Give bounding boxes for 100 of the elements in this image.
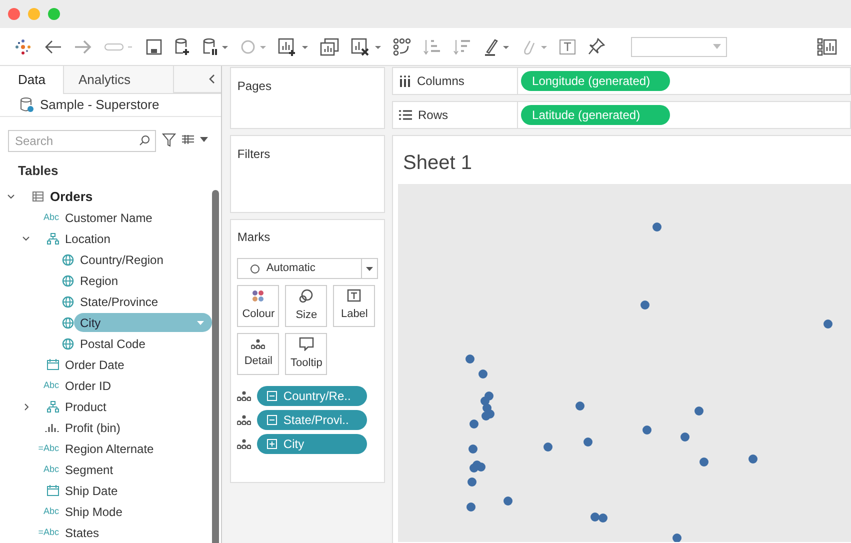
mark-property-button[interactable]: Label <box>333 285 376 327</box>
panel-tab[interactable]: Data <box>0 66 64 94</box>
field-name[interactable]: Country/Region <box>80 250 164 268</box>
scrollbar-thumb[interactable] <box>212 190 220 543</box>
map-point <box>640 300 650 310</box>
field-name[interactable]: Customer Name <box>65 208 152 226</box>
search-field[interactable]: Search <box>8 130 156 152</box>
calendar-icon <box>47 485 59 496</box>
mark-type-dropdown[interactable]: Automatic <box>237 258 378 279</box>
rows-icon <box>399 109 412 121</box>
map-point <box>504 496 513 506</box>
map-point <box>480 396 490 406</box>
panel-tab[interactable]: Analytics <box>64 66 174 94</box>
tooltip-bubble-icon <box>298 336 314 351</box>
table-icon <box>32 191 44 202</box>
text-box-icon[interactable] <box>559 38 576 54</box>
field-name[interactable]: Postal Code <box>80 334 146 352</box>
bar-chart-icon <box>45 422 59 433</box>
data-type-label: =Abc <box>38 526 59 539</box>
field-name[interactable]: Profit (bin) <box>65 418 120 436</box>
field-name[interactable]: City <box>74 313 212 332</box>
collapse-caret-icon[interactable] <box>7 194 15 199</box>
shelf-label: Rows <box>418 107 448 124</box>
field-name[interactable]: States <box>65 524 100 542</box>
map-point <box>652 222 662 232</box>
field-name[interactable]: Region <box>80 272 118 290</box>
map-point <box>470 464 479 472</box>
field-name[interactable]: Ship Mode <box>65 502 122 520</box>
collapse-chevron-icon[interactable] <box>209 74 216 84</box>
mark-property-button[interactable]: Tooltip <box>285 333 328 375</box>
field-name[interactable]: Ship Date <box>65 482 118 500</box>
database-pause-icon[interactable] <box>202 38 228 56</box>
hierarchy-icon <box>47 400 59 412</box>
swap-icon[interactable] <box>393 38 411 56</box>
field-name[interactable]: Product <box>65 398 106 416</box>
marks-title: Marks <box>237 229 270 246</box>
map-point <box>478 370 488 378</box>
columns-icon <box>399 75 412 87</box>
list-view-icon[interactable] <box>182 134 194 144</box>
duplicate-chart-icon[interactable] <box>320 38 339 56</box>
save-icon[interactable] <box>146 38 162 54</box>
field-name[interactable]: Region Alternate <box>65 440 154 458</box>
map-point <box>482 412 491 420</box>
field-name[interactable]: Orders <box>50 186 93 206</box>
globe-icon <box>62 338 74 350</box>
database-add-icon[interactable] <box>174 38 190 56</box>
mark-property-button[interactable]: Detail <box>237 333 280 375</box>
back-arrow-icon[interactable] <box>44 38 62 54</box>
map-point <box>468 478 477 486</box>
field-name[interactable]: State/Province <box>80 292 158 310</box>
search-icon <box>139 134 150 146</box>
sheet-title: Sheet 1 <box>403 151 472 176</box>
map-point <box>470 420 479 428</box>
collapse-square-icon[interactable] <box>267 391 278 401</box>
data-type-label: Abc <box>43 210 59 224</box>
text-label-icon <box>347 289 362 302</box>
dropdown-caret-icon <box>713 44 721 49</box>
dropdown-caret-icon[interactable] <box>200 137 208 142</box>
data-type-label: =Abc <box>38 442 59 455</box>
globe-icon <box>62 254 74 266</box>
color-dots-icon <box>252 290 264 302</box>
circle-icon <box>250 264 260 274</box>
map-point <box>584 438 593 446</box>
map-point <box>598 514 608 522</box>
map-point <box>544 442 553 452</box>
collapse-square-icon[interactable] <box>267 415 278 425</box>
logo-icon[interactable] <box>14 38 32 56</box>
filter-icon[interactable] <box>162 132 176 146</box>
map-point <box>466 354 475 364</box>
pages-title: Pages <box>237 79 272 93</box>
expand-square-icon[interactable] <box>267 439 278 449</box>
mark-property-button[interactable]: Size <box>285 285 328 327</box>
field-name[interactable]: Location <box>65 230 110 248</box>
new-chart-icon[interactable] <box>278 38 308 56</box>
globe-icon <box>62 296 74 308</box>
expand-caret-icon[interactable] <box>24 402 28 410</box>
map-point <box>468 444 478 454</box>
highlighter-icon[interactable] <box>483 38 509 56</box>
tables-heading: Tables <box>18 162 58 180</box>
data-source-name[interactable]: Sample - Superstore <box>40 95 160 114</box>
field-name[interactable]: Order Date <box>65 356 124 374</box>
field-name[interactable]: Order ID <box>65 376 112 394</box>
map-point <box>642 426 652 434</box>
detail-dots-icon <box>237 391 252 401</box>
map-point <box>466 502 476 512</box>
size-circles-icon <box>299 288 314 303</box>
detail-dots-icon <box>251 338 266 349</box>
map-point <box>824 320 833 328</box>
collapse-caret-icon[interactable] <box>22 236 30 241</box>
detail-dots-icon <box>237 415 252 425</box>
field-name[interactable]: Segment <box>65 460 114 478</box>
map-point <box>590 512 600 522</box>
filters-title: Filters <box>237 147 270 161</box>
pin-icon[interactable] <box>588 38 605 55</box>
map-point <box>694 406 704 416</box>
show-me-icon[interactable] <box>817 38 837 56</box>
clear-chart-icon[interactable] <box>351 38 381 56</box>
dropdown-caret-icon <box>197 320 204 324</box>
mark-property-button[interactable]: Colour <box>237 285 280 327</box>
data-type-label: Abc <box>43 504 59 518</box>
